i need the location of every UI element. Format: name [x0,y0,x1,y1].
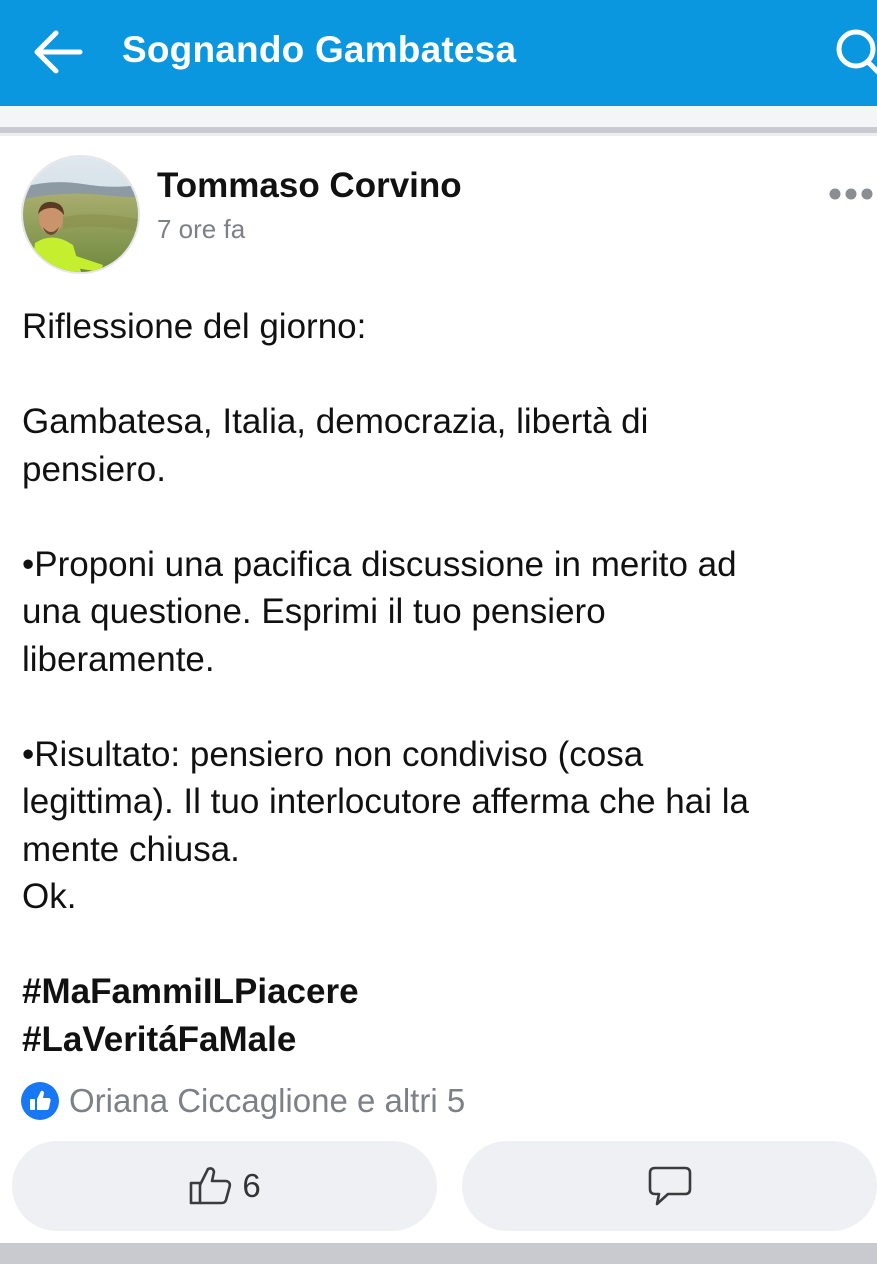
arrow-left-icon [34,30,83,74]
comment-icon [648,1166,691,1206]
post-text-line: •Risultato: pensiero non condiviso (cosa [22,734,644,774]
feed-divider [0,106,877,136]
feed-divider-bottom [0,1243,877,1264]
like-count: 6 [242,1167,261,1204]
post-timestamp: 7 ore fa [157,214,246,244]
like-badge-icon [21,1082,59,1120]
avatar[interactable] [21,155,140,274]
post-text-line: Gambatesa, Italia, democrazia, libertà d… [22,402,649,441]
hashtag-link[interactable]: #LaVeritáFaMale [22,1016,872,1064]
post-card: Tommaso Corvino 7 ore fa Riflessione del… [0,136,877,1243]
post-text-line: una questione. Esprimi il tuo pensiero [22,592,606,631]
top-app-bar: Sognando Gambatesa [0,0,877,106]
like-button[interactable]: 6 [12,1141,437,1231]
post-text-line: pensiero. [22,449,166,489]
page-title: Sognando Gambatesa [122,29,517,70]
search-button[interactable] [828,24,877,82]
comment-button[interactable] [462,1141,877,1231]
hashtag-link[interactable]: #MaFammiILPiacere [22,968,872,1016]
search-icon [836,29,877,75]
reactions-summary[interactable]: Oriana Ciccaglione e altri 5 [20,1081,465,1121]
thumbs-up-icon [190,1167,232,1205]
post-options-button[interactable] [826,182,877,206]
post-text-line [22,921,872,969]
post-text-line [22,351,872,399]
post-text-line [22,683,872,731]
more-horizontal-icon [829,188,873,200]
post-text-line: Riflessione del giorno: [22,307,367,346]
post-text-line: Ok. [22,877,77,916]
post-text-line: liberamente. [22,639,215,679]
post-text-line: mente chiusa. [22,829,240,869]
post-text-line: legittima). Il tuo interlocutore afferma… [22,782,749,821]
post-text-line: •Proponi una pacifica discussione in mer… [22,544,737,584]
post-text-line [22,493,872,541]
back-button[interactable] [32,28,84,76]
author-name[interactable]: Tommaso Corvino [157,166,462,206]
reactions-text: Oriana Ciccaglione e altri 5 [69,1082,466,1119]
post-text: Riflessione del giorno: Gambatesa, Itali… [22,303,872,1063]
